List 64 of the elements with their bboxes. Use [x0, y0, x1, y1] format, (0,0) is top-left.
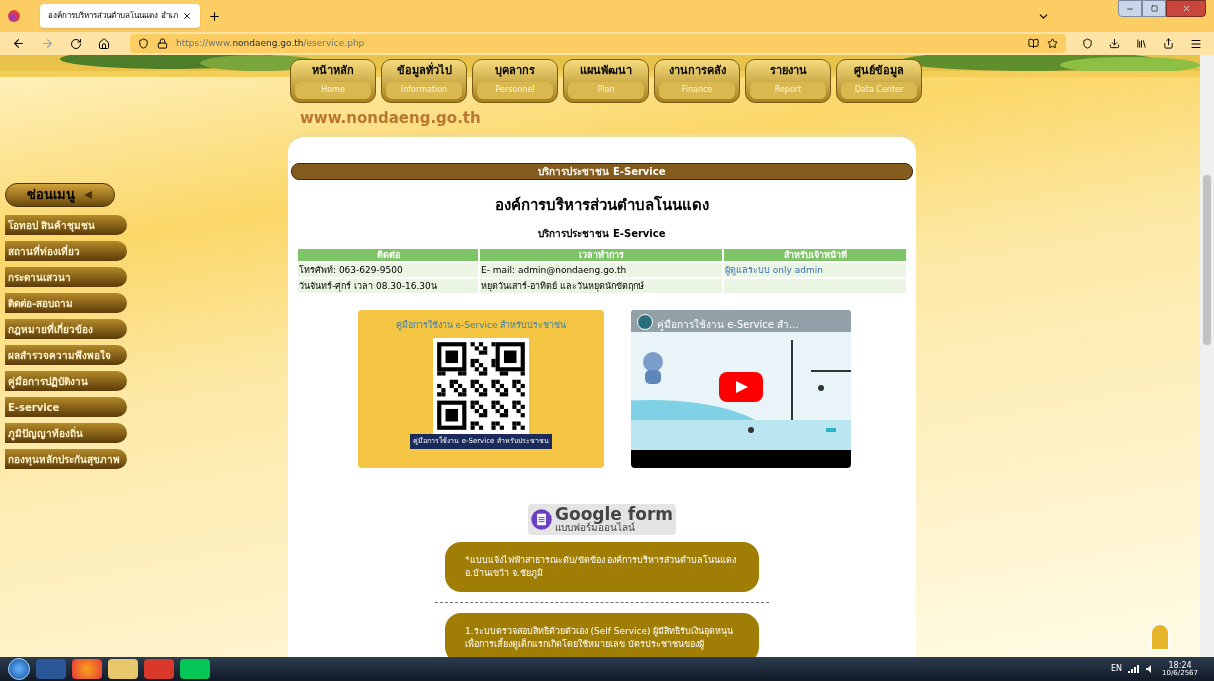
reader-icon[interactable] — [1028, 38, 1039, 49]
table-cell: วันจันทร์-ศุกร์ เวลา 08.30-16.30น — [298, 278, 478, 293]
url-text: https://www.nondaeng.go.th/eservice.php — [176, 36, 365, 50]
google-form-logo[interactable]: Google form แบบฟอร์มออนไลน์ — [528, 503, 676, 535]
section-header: บริการประชาชน E-Service — [291, 163, 913, 180]
column-header: สำหรับเจ้าหน้าที่ — [724, 248, 906, 261]
video-title: คู่มือการใช้งาน e-Service สำ... — [657, 317, 799, 332]
share-icon[interactable] — [1163, 38, 1174, 49]
browser-tab[interactable]: องค์การบริหารส่วนตำบลโนนแดง อำเภ — [40, 4, 200, 28]
bookmark-icon[interactable] — [1047, 38, 1058, 49]
sidebar-menu-item[interactable]: โอทอป สินค้าชุมชน — [5, 215, 127, 235]
nav-menu-item[interactable]: ข้อมูลทั่วไป Information — [381, 59, 467, 103]
home-icon[interactable] — [98, 37, 110, 50]
maximize-icon — [1150, 5, 1158, 12]
browser-logo-icon — [8, 10, 20, 22]
sidebar-menu-item[interactable]: คู่มือการปฏิบัติงาน — [5, 371, 127, 391]
page-subtitle: บริการประชาชน E-Service — [538, 226, 666, 241]
column-header: เวลาทำการ — [480, 248, 722, 261]
hide-menu-toggle[interactable]: ซ่อนเมนู — [5, 183, 115, 207]
close-icon[interactable] — [181, 11, 192, 21]
nav-menu-item[interactable]: งานการคลัง Finance — [654, 59, 740, 103]
organization-title: องค์การบริหารส่วนตำบลโนนแดง — [495, 195, 709, 216]
triangle-left-icon — [83, 190, 93, 200]
language-indicator[interactable]: EN — [1111, 663, 1123, 675]
clock-time[interactable]: 18:24 — [1168, 661, 1192, 670]
service-button[interactable]: 1.ระบบตรวจสอบสิทธิด้วยตัวเอง (Self Service) ผู้มีสิทธิรับเงินอุดหนุนเพื่อการเลี้ยงดูเด็กแรกเกิดโดยใช้หมายเลข บัตรประชาชนของผู้ — [445, 612, 759, 657]
nav-menu-item[interactable]: หน้าหลัก Home — [290, 59, 376, 103]
table-cell: หยุดวันเสาร์-อาทิตย์ และวันหยุดนักขัตฤกษ์ — [480, 278, 722, 293]
table-cell: โทรศัพท์: 063-629-9500 — [298, 262, 478, 277]
sidebar-menu-item[interactable]: ผลสำรวจความพึงพอใจ — [5, 345, 127, 365]
reload-icon[interactable] — [70, 37, 82, 50]
sidebar-menu-item[interactable]: กฎหมายที่เกี่ยวข้อง — [5, 319, 127, 339]
service-button[interactable]: *แบบแจ้งไฟฟ้าสาธารณะดับ/ขัดข้อง องค์การบริหารส่วนตำบลโนนแดง อ.บ้านเขว้า จ.ชัยภูมิ — [445, 541, 759, 592]
sidebar-menu-item[interactable]: กองทุนหลักประกันสุขภาพ — [5, 449, 127, 469]
browser-app-icon[interactable] — [72, 659, 102, 679]
table-cell: E- mail: admin@nondaeng.go.th — [480, 262, 722, 277]
signal-icon[interactable] — [1128, 665, 1141, 673]
google-form-title: Google form — [555, 505, 673, 523]
sidebar-menu-item[interactable]: กระดานเสวนา — [5, 267, 127, 287]
banner-url: www.nondaeng.go.th — [300, 108, 482, 129]
sidebar-menu-item[interactable]: ภูมิปัญญาท้องถิ่น — [5, 423, 127, 443]
menu-icon[interactable] — [1190, 37, 1202, 50]
nav-menu-item[interactable]: ศูนย์ข้อมูล Data Center — [836, 59, 922, 103]
google-form-subtitle: แบบฟอร์มออนไลน์ — [555, 522, 637, 533]
scrollbar[interactable] — [1200, 55, 1214, 657]
back-icon[interactable] — [12, 37, 25, 50]
address-bar[interactable]: https://www.nondaeng.go.th/eservice.php — [130, 34, 1066, 53]
download-icon[interactable] — [1109, 38, 1120, 49]
qr-code-icon — [433, 338, 529, 434]
sidebar-menu-item[interactable]: E-service — [5, 397, 127, 417]
lock-icon — [157, 38, 168, 49]
sidebar-menu-item[interactable]: สถานที่ท่องเที่ยว — [5, 241, 127, 261]
nav-menu-item[interactable]: รายงาน Report — [745, 59, 831, 103]
start-button[interactable] — [8, 658, 30, 680]
qr-card-title: คู่มือการใช้งาน e-Service สำหรับประชาชน — [395, 318, 567, 332]
sidebar-menu-item[interactable]: ติดต่อ-สอบถาม — [5, 293, 127, 313]
column-header: ติดต่อ — [298, 248, 478, 261]
close-icon — [1181, 4, 1191, 13]
library-icon[interactable] — [1136, 38, 1147, 49]
nav-menu-item[interactable]: บุคลากร Personnel — [472, 59, 558, 103]
play-icon[interactable] — [719, 371, 763, 402]
nav-menu-item[interactable]: แผนพัฒนา Plan — [563, 59, 649, 103]
new-tab-icon[interactable] — [207, 9, 221, 23]
shield-icon — [138, 38, 149, 49]
